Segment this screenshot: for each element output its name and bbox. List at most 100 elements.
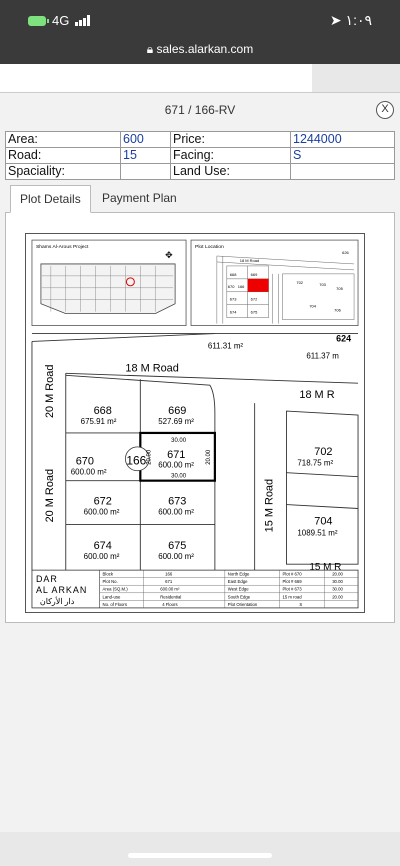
mini-plot-668: 668 — [230, 272, 237, 277]
mini-road-18m: 18 M Road — [240, 258, 259, 263]
road-east-label: 15 M Road — [264, 479, 276, 532]
mini-plot-626: 626 — [342, 250, 349, 255]
plot-location-frame — [190, 239, 359, 326]
plot-670-area: 600.00 m² — [71, 468, 107, 477]
plot-location-label: Plot Location — [195, 244, 224, 250]
legend-v3-1: 30.00 — [332, 579, 343, 584]
price-label: Price: — [170, 131, 291, 148]
tab-payment-plan[interactable]: Payment Plan — [93, 185, 186, 213]
legend-v2-1: Plot # 669 — [282, 579, 302, 584]
plot-673-number: 673 — [168, 496, 186, 508]
legend-v3-2: 30.00 — [332, 587, 343, 592]
plot-668-number: 668 — [94, 405, 112, 417]
mini-plot-703: 703 — [319, 282, 326, 287]
dim-top: 30.00 — [171, 438, 187, 444]
road-north-label: 18 M Road — [125, 362, 178, 374]
legend-v-1: 671 — [165, 579, 173, 584]
legend-v2-3: 15 m road — [282, 594, 302, 599]
legend-v-2: 600.00 m² — [160, 587, 180, 592]
legend-v2-0: Plot # 670 — [282, 572, 302, 577]
plot-673-area: 600.00 m² — [158, 507, 194, 516]
clock: ١:٠٩ — [345, 12, 372, 28]
plot-modal: 671 / 166-RV X Area: 600 Price: 1244000 … — [0, 92, 400, 832]
legend-k2-1: East Edge — [228, 579, 248, 584]
close-button[interactable]: X — [376, 101, 394, 119]
dim-bottom: 30.00 — [171, 474, 187, 480]
legend-k-0: Block — [103, 572, 114, 577]
plot-671-area: 600.00 m² — [158, 461, 194, 470]
legend-k2-0: North Edge — [228, 572, 250, 577]
plot-plan-image: Shams Al-Arous Project ✥ Plot Location 6… — [25, 233, 365, 613]
plot-704-number: 704 — [314, 515, 332, 527]
mini-plot-705: 705 — [336, 286, 343, 291]
speciality-label: Spaciality: — [5, 163, 121, 180]
top-strip-b: 611.37 m — [306, 351, 339, 360]
battery-icon — [28, 15, 49, 26]
top-strip-c: 624 — [336, 333, 351, 343]
mini-plot-702: 702 — [296, 280, 303, 285]
legend-k-1: Plot No. — [103, 579, 118, 584]
road-east-top-label: 18 M R — [299, 389, 334, 401]
plot-668-area: 675.91 m² — [81, 417, 117, 426]
mini-plot-block: 166 — [238, 284, 245, 289]
legend-k-4: No. of Floors — [103, 602, 127, 607]
road-label: Road: — [5, 147, 121, 164]
block-number: 166 — [126, 454, 146, 468]
plot-info-table: Area: 600 Price: 1244000 Road: 15 Facing… — [5, 131, 395, 180]
signal-icon — [75, 15, 90, 26]
plot-674-number: 674 — [94, 540, 112, 552]
facing-value: S — [290, 147, 395, 164]
plot-669-area: 527.69 m² — [158, 417, 194, 426]
landuse-label: Land Use: — [170, 163, 291, 180]
plot-670-number: 670 — [76, 456, 94, 468]
tab-plot-details[interactable]: Plot Details — [10, 185, 91, 213]
legend-v3-3: 20.00 — [332, 594, 343, 599]
mini-plot-674: 674 — [230, 310, 237, 315]
plot-672-number: 672 — [94, 496, 112, 508]
address-bar[interactable]: 🔒︎ sales.alarkan.com — [0, 40, 400, 64]
legend-k2-3: South Edge — [228, 594, 251, 599]
dim-left: 20.00 — [146, 449, 152, 465]
road-value: 15 — [120, 147, 171, 164]
plot-672-area: 600.00 m² — [84, 507, 120, 516]
mini-plot-673: 673 — [230, 297, 237, 302]
area-value: 600 — [120, 131, 171, 148]
mini-plot-670: 670 — [228, 284, 235, 289]
company-arabic: دار الأركان — [40, 596, 75, 606]
network-label: 4G — [52, 13, 70, 28]
location-arrow-icon: ➤ — [329, 12, 342, 28]
legend-k-2: Area (SQ.M.) — [103, 587, 129, 592]
company-line2: AL ARKAN — [36, 585, 87, 595]
plot-675-number: 675 — [168, 540, 186, 552]
company-line1: DAR — [36, 574, 58, 584]
legend-v-3: Residential — [160, 594, 181, 599]
legend-k-3: Land-use — [103, 594, 121, 599]
plot-702-number: 702 — [314, 446, 332, 458]
legend-k2-2: West Edge — [228, 587, 249, 592]
mini-plot-706: 706 — [334, 308, 341, 313]
dim-right: 20.00 — [206, 449, 212, 465]
legend-v-0: 166 — [165, 572, 173, 577]
project-map-outline — [40, 263, 176, 315]
plot-674-area: 600.00 m² — [84, 552, 120, 561]
facing-label: Facing: — [170, 147, 291, 164]
plot-702-area: 718.75 m² — [297, 459, 333, 468]
top-strip-a: 611.31 m² — [208, 341, 244, 350]
lock-icon: 🔒︎ — [146, 42, 154, 56]
road-west2-label: 20 M Road — [44, 469, 56, 522]
url-text: sales.alarkan.com — [156, 42, 254, 56]
plot-671-number: 671 — [167, 449, 185, 461]
plot-675-area: 600.00 m² — [158, 552, 194, 561]
area-label: Area: — [5, 131, 121, 148]
status-bar: 4G ➤ ١:٠٩ — [0, 0, 400, 40]
plot-669-number: 669 — [168, 405, 186, 417]
legend-v2-2: Plot # 673 — [282, 587, 302, 592]
mini-plot-672: 672 — [251, 297, 258, 302]
legend-v2-4: S — [299, 602, 302, 607]
compass-icon: ✥ — [165, 250, 173, 260]
selected-plot-marker — [247, 278, 269, 292]
plot-704-area: 1089.51 m² — [297, 528, 338, 537]
page-header-strip — [0, 64, 312, 92]
price-value: 1244000 — [290, 131, 395, 148]
home-indicator[interactable] — [128, 853, 272, 858]
